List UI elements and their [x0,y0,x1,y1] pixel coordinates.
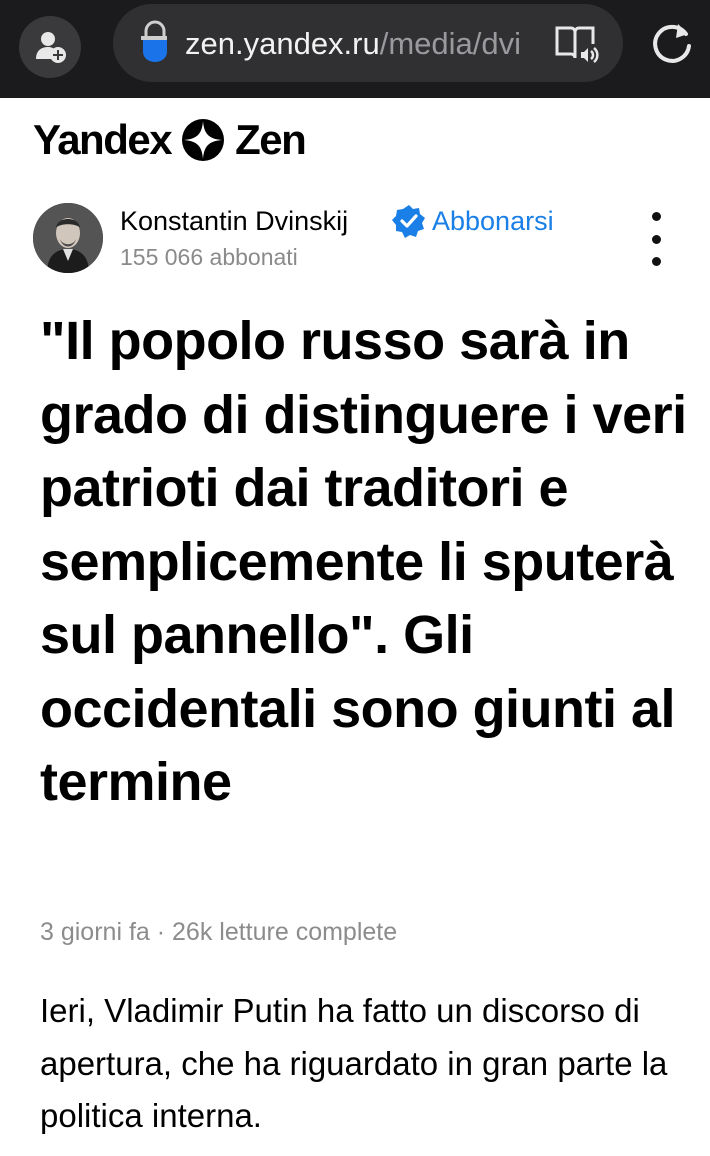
kebab-dot-icon [651,234,661,244]
incognito-tab-button[interactable] [19,16,81,78]
author-avatar[interactable] [33,203,103,273]
kebab-dot-icon [651,257,661,266]
article-title: "Il popolo russo sarà in grado di distin… [40,311,687,812]
subscribe-button[interactable]: Abbonarsi [432,203,554,239]
article-meta: 3 giorni fa · 26k letture complete [40,918,398,946]
reload-icon[interactable] [646,18,698,70]
url-domain: zen.yandex.ru [185,26,380,61]
zen-star-icon [182,119,225,161]
yandex-zen-logo[interactable]: Yandex Zen [33,114,307,166]
more-options-button[interactable] [640,212,672,266]
lock-icon[interactable] [135,20,175,64]
kebab-dot-icon [651,212,661,221]
incognito-add-icon [36,32,66,63]
author-name[interactable]: Konstantin Dvinskij [120,203,348,239]
avatar-portrait-image [33,203,103,273]
browser-toolbar: zen.yandex.ru/media/dvi [0,0,710,98]
logo-yandex-text: Yandex [33,116,173,163]
subscriber-count: 155 066 abbonati [120,244,298,270]
article-body-paragraph: Ieri, Vladimir Putin ha fatto un discors… [40,992,668,1134]
verified-badge-icon [392,205,425,238]
logo-zen-text: Zen [235,116,307,163]
url-path: /media/dvi [379,26,522,61]
address-bar[interactable]: zen.yandex.ru/media/dvi [113,4,623,82]
url-text[interactable]: zen.yandex.ru/media/dvi [185,24,545,64]
reader-mode-icon[interactable] [553,22,601,66]
